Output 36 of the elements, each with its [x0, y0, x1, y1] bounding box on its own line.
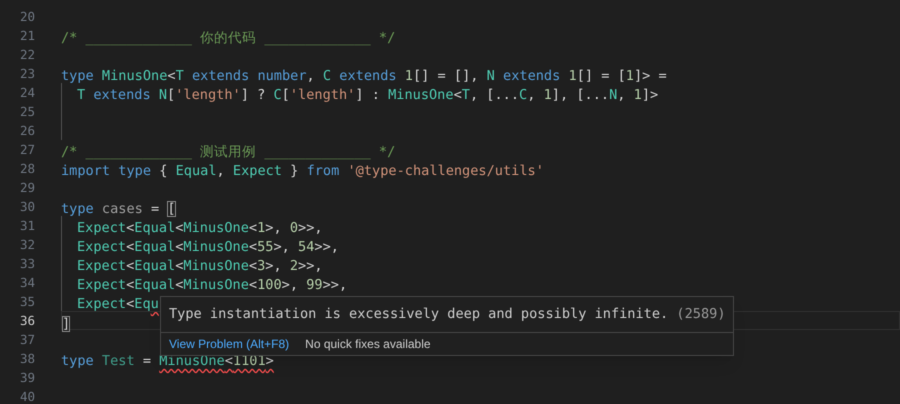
line-number: 38 — [18, 350, 35, 368]
code-line: type MinusOne<T extends number, C extends 1[] = [], N extends 1[] = [1]> = — [61, 68, 667, 85]
line-number: 25 — [18, 103, 35, 121]
line-number: 34 — [18, 274, 35, 292]
code-line: type cases = [ — [61, 201, 176, 218]
line-number: 29 — [18, 179, 35, 197]
code-line: Expect<Equal<MinusOne<1>, 0>>, — [77, 220, 323, 237]
line-number: 39 — [18, 369, 35, 387]
line-number: 36 — [18, 312, 35, 330]
quick-fix-status: No quick fixes available — [305, 336, 431, 353]
line-number: 21 — [18, 27, 35, 45]
code-line: T extends N['length'] ? C['length'] : MinusOne<T, [...C, 1], [...N, 1]> — [77, 87, 658, 104]
line-number: 30 — [18, 198, 35, 216]
line-number: 26 — [18, 122, 35, 140]
code-line: /* _____________ 你的代码 _____________ */ — [61, 30, 396, 47]
code-line: Expect<Equal<MinusOne<3>, 2>>, — [77, 258, 323, 275]
code-line: Expect<Equ — [77, 296, 159, 313]
line-number: 28 — [18, 160, 35, 178]
code-line: Expect<Equal<MinusOne<55>, 54>>, — [77, 239, 339, 256]
line-number: 33 — [18, 255, 35, 273]
line-number: 27 — [18, 141, 35, 159]
line-number: 20 — [18, 8, 35, 26]
line-number: 24 — [18, 84, 35, 102]
line-number: 32 — [18, 236, 35, 254]
code-line: /* _____________ 测试用例 _____________ */ — [61, 144, 396, 161]
line-number: 31 — [18, 217, 35, 235]
error-message: Type instantiation is excessively deep and possibly infinite. (2589) — [169, 306, 726, 322]
line-number: 37 — [18, 331, 35, 349]
line-number: 23 — [18, 65, 35, 83]
line-number: 40 — [18, 388, 35, 404]
line-number: 35 — [18, 293, 35, 311]
view-problem-link[interactable]: View Problem (Alt+F8) — [169, 335, 290, 353]
code-line: ] — [62, 316, 70, 333]
line-number: 22 — [18, 46, 35, 64]
code-line: import type { Equal, Expect } from '@type-challenges/utils' — [61, 163, 544, 180]
code-line: Expect<Equal<MinusOne<100>, 99>>, — [77, 277, 348, 294]
